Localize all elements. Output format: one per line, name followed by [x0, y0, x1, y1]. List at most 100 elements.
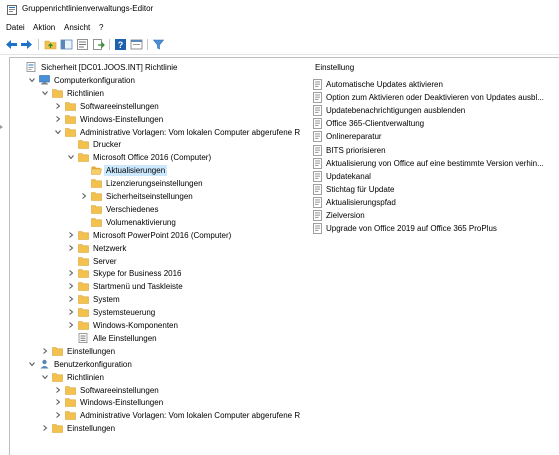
chevron-right-icon[interactable] — [41, 424, 49, 432]
help-icon[interactable]: ? — [114, 38, 127, 51]
setting-icon — [313, 105, 322, 117]
setting-icon — [313, 170, 322, 182]
back-icon[interactable] — [5, 38, 18, 51]
chevron-down-icon[interactable] — [41, 373, 49, 381]
chevron-right-icon[interactable] — [54, 115, 62, 123]
setting-item-label: Aktualisierungspfad — [326, 197, 396, 207]
chevron-down-icon[interactable] — [54, 128, 62, 136]
chevron-down-icon[interactable] — [28, 360, 36, 368]
folder-icon — [65, 114, 76, 124]
folder-icon — [52, 346, 63, 356]
chevron-down-icon[interactable] — [67, 153, 75, 161]
tree-item-label: Microsoft Office 2016 (Computer) — [93, 153, 212, 163]
folder-icon — [78, 153, 89, 163]
tree-item-label: Systemsteuerung — [93, 308, 156, 318]
chevron-right-icon[interactable] — [41, 347, 49, 355]
title-bar: Gruppenrichtlinienverwaltungs-Editor — [0, 0, 559, 20]
tree-item-label: Aktualisierungen — [104, 165, 168, 177]
chevron-right-icon[interactable] — [54, 102, 62, 110]
folder-icon — [52, 372, 63, 382]
chevron-right-icon[interactable] — [54, 386, 62, 394]
export-list-icon[interactable] — [92, 38, 105, 51]
forward-icon[interactable] — [20, 38, 33, 51]
setting-item-label: Updatekanal — [326, 171, 371, 181]
up-folder-icon[interactable] — [44, 38, 57, 51]
tree-item-label: Administrative Vorlagen: Vom lokalen Com… — [80, 411, 301, 421]
folder-icon — [78, 282, 89, 292]
tree-item-label: Windows-Komponenten — [93, 321, 178, 330]
folder-icon — [78, 230, 89, 240]
chevron-right-icon[interactable] — [54, 398, 62, 406]
folder-icon — [52, 88, 63, 98]
folder-icon — [65, 101, 76, 111]
menu-aktion[interactable]: Aktion — [33, 23, 55, 32]
setting-item-label: Upgrade von Office 2019 auf Office 365 P… — [326, 224, 497, 234]
properties-icon[interactable] — [76, 38, 89, 51]
folder-icon — [65, 385, 76, 395]
filter-icon[interactable] — [152, 38, 165, 51]
chevron-down-icon[interactable] — [28, 76, 36, 84]
chevron-right-icon[interactable] — [67, 244, 75, 252]
chevron-right-icon[interactable] — [67, 308, 75, 316]
folder-icon — [91, 192, 102, 201]
folder-icon — [78, 140, 89, 150]
folder-icon — [78, 321, 89, 330]
console-icon[interactable] — [130, 38, 143, 51]
computer-icon — [39, 75, 50, 85]
toolbar-separator — [147, 39, 148, 50]
chevron-right-icon[interactable] — [67, 321, 75, 329]
policy-icon — [26, 62, 36, 72]
chevron-right-icon[interactable] — [80, 192, 88, 200]
column-header-einstellung[interactable]: Einstellung — [315, 63, 354, 72]
chevron-right-icon[interactable] — [54, 411, 62, 419]
setting-item-label: Zielversion — [326, 211, 365, 220]
tree-item-label: Computerkonfiguration — [54, 75, 135, 85]
user-icon — [40, 359, 49, 369]
tree-item-label: Richtlinien — [67, 372, 104, 382]
folder-icon — [78, 256, 89, 266]
setting-icon — [313, 92, 322, 103]
setting-item-label: Updatebenachrichtigungen ausblenden — [326, 106, 466, 116]
folder-icon — [65, 127, 76, 137]
setting-icon — [313, 223, 322, 234]
chevron-right-icon[interactable] — [67, 282, 75, 290]
setting-icon — [313, 157, 322, 169]
folder-icon — [91, 217, 102, 227]
setting-item-label: BITS priorisieren — [326, 145, 386, 155]
setting-item-label: Stichtag für Update — [326, 184, 395, 194]
folder-icon — [78, 308, 89, 317]
console-tree[interactable]: Sicherheit [DC01.JOOS.INT] Richtlinie Com… — [9, 57, 310, 455]
tree-item-label: Drucker — [93, 140, 122, 150]
group-policy-app-icon — [7, 5, 17, 15]
folder-icon — [65, 398, 76, 408]
menu-help[interactable]: ? — [99, 23, 103, 32]
chevron-right-icon[interactable] — [67, 269, 75, 277]
tree-item-label: Softwareeinstellungen — [80, 101, 159, 111]
chevron-down-icon[interactable] — [41, 89, 49, 97]
tree-item-label: Windows-Einstellungen — [80, 114, 164, 124]
toolbar: ? — [0, 36, 559, 55]
details-pane: Einstellung Automatische Updates aktivie… — [309, 57, 559, 455]
tree-item-label: Microsoft PowerPoint 2016 (Computer) — [93, 230, 232, 240]
tree-item-label: Alle Einstellungen — [93, 333, 157, 343]
tree-item-label: Startmenü und Taskleiste — [93, 282, 183, 292]
tree-item-label: Lizenzierungseinstellungen — [106, 179, 203, 189]
setting-icon — [313, 79, 322, 90]
window-title: Gruppenrichtlinienverwaltungs-Editor — [22, 4, 154, 13]
menu-bar: Datei Aktion Ansicht ? — [0, 20, 559, 36]
menu-ansicht[interactable]: Ansicht — [64, 23, 90, 32]
folder-icon — [65, 411, 76, 421]
tree-item-label: Verschiedenes — [106, 204, 159, 214]
setting-item-label: Automatische Updates aktivieren — [326, 80, 443, 89]
setting-item-label: Office 365-Clientverwaltung — [326, 119, 425, 129]
folder-icon — [78, 295, 89, 304]
menu-datei[interactable]: Datei — [6, 23, 25, 32]
splitter-grip-icon — [0, 125, 3, 129]
tree-item-label: Sicherheitseinstellungen — [106, 192, 193, 201]
chevron-right-icon[interactable] — [67, 231, 75, 239]
chevron-right-icon[interactable] — [67, 295, 75, 303]
folder-icon — [52, 424, 63, 433]
show-hide-tree-icon[interactable] — [60, 38, 73, 51]
tree-item-label: Einstellungen — [67, 424, 116, 434]
tree-item-label: System — [93, 295, 120, 305]
